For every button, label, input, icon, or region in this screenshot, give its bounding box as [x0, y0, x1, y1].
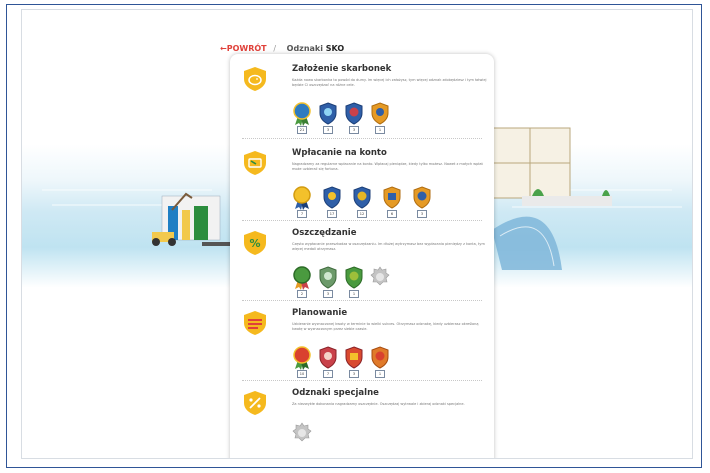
- locked-badge-icon: [370, 266, 390, 286]
- badge[interactable]: 7: [292, 186, 312, 218]
- piggy-icon: [244, 67, 266, 91]
- section-divider: [242, 220, 482, 221]
- badge-count: 7: [297, 210, 307, 218]
- badge-count: 3: [417, 210, 427, 218]
- section-description: Uzbieranie wyznaczonej kwoty w terminie …: [292, 322, 479, 331]
- plan-icon: [244, 311, 266, 335]
- badge[interactable]: 3: [344, 102, 364, 134]
- badge[interactable]: 12: [352, 186, 372, 218]
- badge[interactable]: 3: [412, 186, 432, 218]
- badge-count: 3: [349, 126, 359, 134]
- badge[interactable]: 3: [318, 266, 338, 298]
- badge-count: 17: [327, 210, 337, 218]
- section-title: Planowanie: [292, 308, 348, 318]
- sko-scene: ←POWRÓT / Odznaki SKO Założenie skarbone…: [21, 9, 693, 459]
- badge-count: 1: [375, 126, 385, 134]
- badge-count: 1: [349, 290, 359, 298]
- badge-locked[interactable]: [292, 422, 312, 452]
- badge[interactable]: 1: [344, 266, 364, 298]
- locked-badge-icon: [292, 422, 312, 442]
- badge-count: 3: [349, 370, 359, 378]
- ribbon-badge-icon: [293, 346, 311, 370]
- badge-count: 10: [297, 370, 307, 378]
- back-label: POWRÓT: [226, 44, 267, 53]
- breadcrumb-bold: SKO: [325, 44, 345, 53]
- section-description: Każda nowa skarbonka to powód do dumy. I…: [292, 78, 487, 87]
- badge[interactable]: 21: [292, 102, 312, 134]
- badge-count: 21: [297, 126, 307, 134]
- breadcrumb-separator: /: [273, 44, 277, 53]
- badge-count: 3: [323, 290, 333, 298]
- shield-badge-icon: [345, 266, 363, 289]
- gear-badge-icon: [319, 346, 337, 369]
- top-navigation: ←POWRÓT / Odznaki SKO: [220, 44, 344, 53]
- shield-badge-icon: [319, 266, 337, 289]
- crest-badge-icon: [371, 346, 389, 369]
- section-title: Wpłacanie na konto: [292, 148, 387, 158]
- badge[interactable]: 7: [318, 346, 338, 378]
- badge-count: 6: [387, 210, 397, 218]
- section-divider: [242, 300, 482, 301]
- back-arrow-icon: ←: [220, 44, 227, 53]
- section-title: Oszczędzanie: [292, 228, 357, 238]
- section-description: Za niezwykłe dokonania nagradzamy oszczę…: [292, 402, 465, 406]
- badge-count: 2: [297, 290, 307, 298]
- badge-count: 12: [357, 210, 367, 218]
- screenshot-frame: ←POWRÓT / Odznaki SKO Założenie skarbone…: [6, 4, 702, 468]
- svg-text:%: %: [249, 237, 260, 250]
- star-badge-icon: [383, 186, 401, 209]
- badge[interactable]: 1: [370, 346, 390, 378]
- badge[interactable]: 10: [292, 346, 312, 378]
- badge-count: 3: [323, 126, 333, 134]
- shield-badge-icon: [319, 102, 337, 125]
- badge[interactable]: 1: [370, 102, 390, 134]
- ribbon-badge-icon: [293, 266, 311, 290]
- badge[interactable]: 17: [322, 186, 342, 218]
- percent-icon: %: [244, 231, 266, 255]
- ribbon-badge-icon: [293, 102, 311, 126]
- section-title: Założenie skarbonek: [292, 64, 392, 74]
- section-description: Nagradzamy za regularne wpłacanie na kon…: [292, 162, 483, 171]
- badges-panel[interactable]: Założenie skarbonek Każda nowa skarbonka…: [230, 54, 494, 458]
- breadcrumb-prefix: Odznaki: [286, 44, 326, 53]
- badge-count: 1: [375, 370, 385, 378]
- special-icon: [244, 391, 266, 415]
- shield-badge-icon: [345, 102, 363, 125]
- badge[interactable]: 3: [318, 102, 338, 134]
- deposit-icon: [244, 151, 266, 175]
- shield-badge-icon: [323, 186, 341, 209]
- breadcrumb: Odznaki SKO: [287, 44, 345, 53]
- badge-locked[interactable]: [370, 266, 390, 296]
- crest-badge-icon: [413, 186, 431, 209]
- badge-count: 7: [323, 370, 333, 378]
- badge[interactable]: 3: [344, 346, 364, 378]
- section-divider: [242, 138, 482, 139]
- crest-badge-icon: [371, 102, 389, 125]
- section-description: Często wypłacanie przeszkadza w oszczędz…: [292, 242, 485, 251]
- section-title: Odznaki specjalne: [292, 388, 379, 398]
- back-button[interactable]: ←POWRÓT: [220, 44, 269, 53]
- shield-badge-icon: [345, 346, 363, 369]
- badge[interactable]: 2: [292, 266, 312, 298]
- section-divider: [242, 380, 482, 381]
- badge[interactable]: 6: [382, 186, 402, 218]
- ribbon-badge-icon: [293, 186, 311, 210]
- shield-badge-icon: [353, 186, 371, 209]
